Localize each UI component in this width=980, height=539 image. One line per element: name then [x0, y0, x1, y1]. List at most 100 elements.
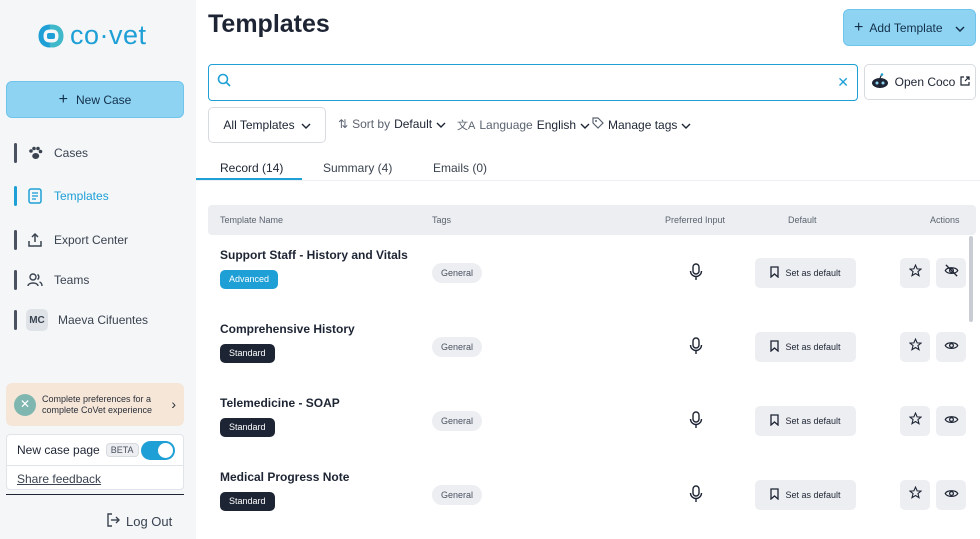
logout-button[interactable]: Log Out [106, 513, 172, 530]
eye-icon [944, 338, 959, 356]
tools-icon: ✕ [14, 393, 36, 416]
complete-preferences-banner[interactable]: ✕ Complete preferences for a complete Co… [6, 383, 184, 426]
sort-label: Sort by [352, 117, 391, 131]
tag-chip: General [432, 485, 483, 505]
table-row[interactable]: Support Staff - History and Vitals Advan… [208, 236, 976, 310]
brand-name: co·vet [70, 20, 147, 50]
template-name: Support Staff - History and Vitals [220, 248, 408, 262]
sidebar-item-label: Cases [54, 146, 89, 160]
favorite-button[interactable] [900, 406, 930, 436]
bookmark-icon [770, 488, 780, 502]
sidebar-item-profile[interactable]: MC Maeva Cifuentes [14, 309, 148, 331]
table-row[interactable]: Telemedicine - SOAP Standard General Set… [208, 384, 976, 458]
share-feedback-link[interactable]: Share feedback [17, 472, 101, 486]
manage-tags-dropdown[interactable]: Manage tags [592, 117, 691, 132]
template-name: Medical Progress Note [220, 470, 350, 484]
language-dropdown[interactable]: 文A Language English [457, 117, 590, 133]
set-as-default-label: Set as default [785, 268, 841, 278]
plus-icon: + [58, 90, 68, 108]
table-row[interactable]: Comprehensive History Standard General S… [208, 310, 976, 384]
search-input[interactable] [239, 75, 830, 90]
microphone-icon[interactable] [689, 263, 703, 286]
new-case-page-label: New case page [17, 443, 100, 457]
visibility-toggle-button[interactable] [936, 406, 966, 436]
users-icon [26, 271, 44, 289]
set-as-default-button[interactable]: Set as default [755, 332, 856, 362]
promo-text: Complete preferences for a complete CoVe… [42, 393, 153, 415]
tag-chip: General [432, 263, 483, 283]
microphone-icon[interactable] [689, 411, 703, 434]
open-coco-button[interactable]: Open Coco [864, 64, 976, 100]
tab-record[interactable]: Record (14) [220, 161, 283, 175]
sidebar-item-label: Teams [54, 273, 90, 287]
tag-chip: General [432, 337, 483, 357]
add-template-button[interactable]: + Add Template [843, 9, 976, 46]
table-scrollbar[interactable] [969, 236, 973, 322]
external-link-icon [960, 75, 970, 89]
set-as-default-button[interactable]: Set as default [755, 258, 856, 288]
chevron-right-icon: › [171, 396, 176, 412]
visibility-toggle-button[interactable] [936, 480, 966, 510]
export-icon [26, 231, 44, 249]
template-name: Telemedicine - SOAP [220, 396, 340, 410]
visibility-toggle-button[interactable] [936, 332, 966, 362]
add-template-label: Add Template [869, 20, 943, 35]
tab-summary[interactable]: Summary (4) [323, 161, 392, 175]
clear-search-icon[interactable]: ✕ [837, 74, 849, 91]
sidebar-item-templates[interactable]: Templates [14, 185, 109, 207]
template-name: Comprehensive History [220, 322, 355, 336]
nav-indicator [14, 143, 17, 163]
avatar: MC [26, 309, 48, 331]
sidebar: co·vet + New Case Cases Templates Export… [0, 0, 196, 539]
new-case-button[interactable]: + New Case [6, 81, 184, 118]
divider [7, 465, 183, 466]
tag-chip: General [432, 411, 483, 431]
set-as-default-button[interactable]: Set as default [755, 406, 856, 436]
favorite-button[interactable] [900, 480, 930, 510]
sidebar-item-teams[interactable]: Teams [14, 269, 89, 291]
set-as-default-label: Set as default [785, 416, 841, 426]
chevron-down-icon [681, 118, 691, 132]
set-as-default-label: Set as default [785, 490, 841, 500]
template-type-badge: Standard [220, 344, 275, 363]
new-case-label: New Case [75, 92, 132, 107]
table-row[interactable]: Medical Progress Note Standard General S… [208, 458, 976, 532]
document-icon [26, 187, 44, 205]
sidebar-item-export-center[interactable]: Export Center [14, 229, 128, 251]
paw-icon [26, 144, 44, 162]
template-type-badge: Standard [220, 418, 275, 437]
sort-dropdown[interactable]: ⇅ Sort by Default [338, 117, 446, 131]
tab-divider [196, 180, 980, 181]
manage-tags-label: Manage tags [608, 117, 678, 132]
chevron-down-icon [955, 21, 965, 35]
all-templates-dropdown[interactable]: All Templates [208, 107, 326, 143]
new-case-page-panel: New case page BETA Share feedback [6, 434, 184, 490]
translate-icon: 文A [457, 120, 476, 132]
open-coco-label: Open Coco [894, 75, 956, 89]
chevron-down-icon [301, 118, 311, 132]
sidebar-item-cases[interactable]: Cases [14, 142, 88, 164]
set-as-default-button[interactable]: Set as default [755, 480, 856, 510]
nav-indicator [14, 270, 17, 290]
column-header-default: Default [788, 215, 817, 225]
eye-icon [944, 486, 959, 504]
nav-indicator [14, 230, 17, 250]
divider [6, 494, 184, 495]
favorite-button[interactable] [900, 258, 930, 288]
new-case-page-toggle[interactable] [141, 441, 175, 460]
chevron-down-icon [436, 117, 446, 131]
tag-icon [592, 117, 604, 132]
visibility-toggle-button[interactable] [936, 258, 966, 288]
search-icon [217, 73, 231, 92]
sort-icon: ⇅ [338, 117, 349, 131]
set-as-default-label: Set as default [785, 342, 841, 352]
favorite-button[interactable] [900, 332, 930, 362]
tab-emails[interactable]: Emails (0) [433, 161, 487, 175]
star-icon [908, 485, 922, 504]
microphone-icon[interactable] [689, 485, 703, 508]
covet-logo[interactable]: co·vet [38, 20, 147, 51]
beta-badge: BETA [105, 443, 139, 457]
microphone-icon[interactable] [689, 337, 703, 360]
column-header-template-name: Template Name [220, 215, 284, 225]
all-templates-label: All Templates [223, 118, 295, 132]
